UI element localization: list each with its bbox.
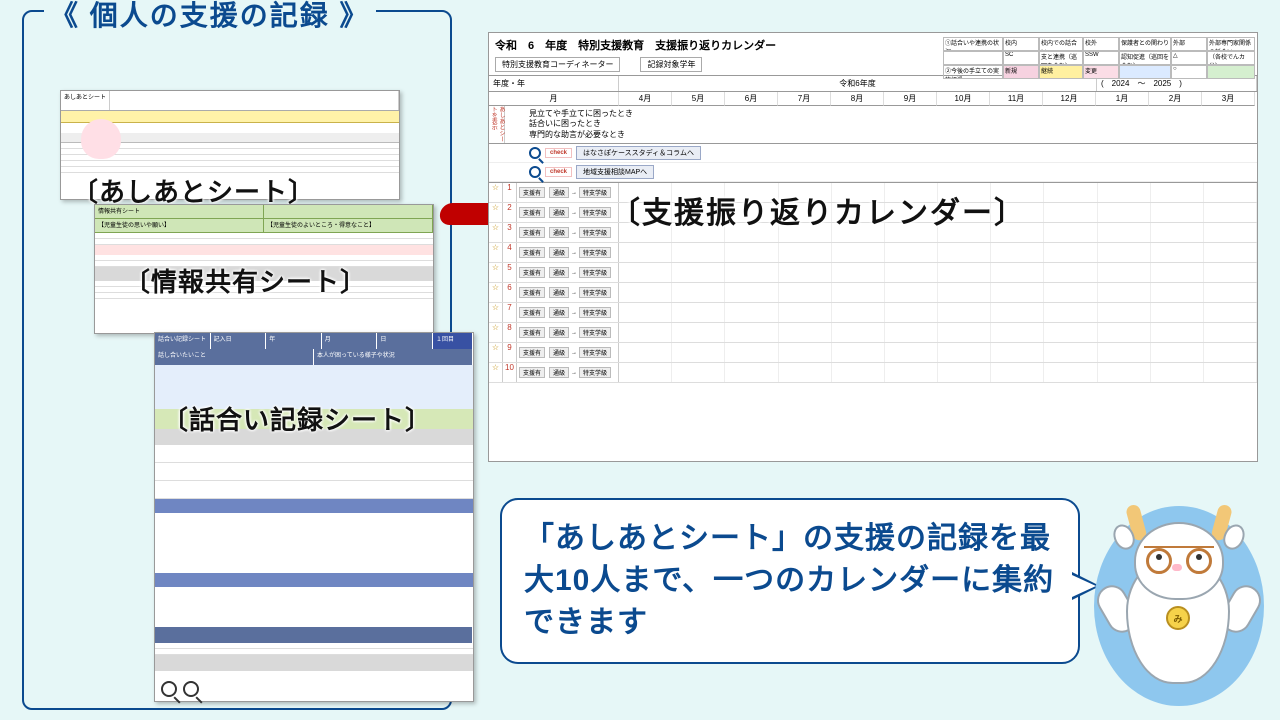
calendar-row: ☆7支援有通級→特支学級 <box>489 303 1257 323</box>
pill-tsukyu: 通級 <box>549 227 569 238</box>
mascot-goat: み <box>1094 506 1264 706</box>
row-index: 4 <box>503 243 517 262</box>
pill-tokushi: 特支学級 <box>579 307 611 318</box>
row-name-cell: 支援有通級→特支学級 <box>517 323 619 342</box>
pill-tsukyu: 通級 <box>549 327 569 338</box>
row-name-cell: 支援有通級→特支学級 <box>517 223 619 242</box>
cal-year-left: 年度・年 <box>489 76 619 91</box>
star-icon: ☆ <box>489 363 503 382</box>
calendar-label: 〔支援振り返りカレンダー〕 <box>610 188 1026 232</box>
calendar-row: ☆9支援有通級→特支学級 <box>489 343 1257 363</box>
row-name-cell: 支援有通級→特支学級 <box>517 363 619 382</box>
pill-tsukyu: 通級 <box>549 187 569 198</box>
star-icon: ☆ <box>489 343 503 362</box>
calendar-legend: ①話合いや連携の状況 校内 校内での話合い 校外 保護者との関わり 外部 外部専… <box>943 37 1253 81</box>
star-icon: ☆ <box>489 303 503 322</box>
star-icon: ☆ <box>489 323 503 342</box>
pill-tsukyu: 通級 <box>549 347 569 358</box>
star-icon: ☆ <box>489 243 503 262</box>
sheet2-name: 情報共有シート <box>95 205 264 218</box>
calendar-notes: あしあとシートを表示 見立てや手立てに困ったとき 話合いに困ったとき 専門的な助… <box>489 106 1257 144</box>
pill-shien: 支援有 <box>519 307 545 318</box>
pill-shien: 支援有 <box>519 247 545 258</box>
calendar-row: ☆10支援有通級→特支学級 <box>489 363 1257 383</box>
heart-icon <box>81 119 121 159</box>
bell-icon: み <box>1166 606 1190 630</box>
cal-subbox-coordinator: 特別支援教育コーディネーター <box>495 57 620 72</box>
row-index: 1 <box>503 183 517 202</box>
star-icon: ☆ <box>489 223 503 242</box>
pill-tokushi: 特支学級 <box>579 367 611 378</box>
loupe-icon <box>183 681 199 697</box>
pill-tsukyu: 通級 <box>549 287 569 298</box>
pill-tokushi: 特支学級 <box>579 267 611 278</box>
link-case-study[interactable]: はなさぽケーススタディ＆コラムへ <box>576 146 701 160</box>
pill-tsukyu: 通級 <box>549 367 569 378</box>
pill-tsukyu: 通級 <box>549 307 569 318</box>
left-panel: 《 個人の支援の記録 》 あしあとシート 〔あしあとシート〕 情報共有シート 【… <box>22 10 452 710</box>
link-support-map[interactable]: 地域支援相談MAPへ <box>576 165 654 179</box>
star-icon: ☆ <box>489 183 503 202</box>
pill-tokushi: 特支学級 <box>579 247 611 258</box>
pill-shien: 支援有 <box>519 287 545 298</box>
speech-bubble: 「あしあとシート」の支援の記録を最大10人まで、一つのカレンダーに集約できます <box>500 498 1080 664</box>
sheet3-name: 話合い記録シート <box>155 333 211 349</box>
row-name-cell: 支援有通級→特支学級 <box>517 203 619 222</box>
calendar-row: ☆6支援有通級→特支学級 <box>489 283 1257 303</box>
pill-tsukyu: 通級 <box>549 207 569 218</box>
loupe-icon <box>529 166 541 178</box>
row-name-cell: 支援有通級→特支学級 <box>517 263 619 282</box>
pill-tokushi: 特支学級 <box>579 207 611 218</box>
star-icon: ☆ <box>489 263 503 282</box>
sheet-hanashiai-kiroku: 話合い記録シート 記入日 年 月 日 １回目 話し合いたいこと 本人が困っている… <box>154 332 474 702</box>
pill-shien: 支援有 <box>519 367 545 378</box>
row-index: 5 <box>503 263 517 282</box>
pill-tsukyu: 通級 <box>549 267 569 278</box>
calendar-row: ☆4支援有通級→特支学級 <box>489 243 1257 263</box>
row-name-cell: 支援有通級→特支学級 <box>517 303 619 322</box>
row-index: 6 <box>503 283 517 302</box>
pill-shien: 支援有 <box>519 347 545 358</box>
row-index: 7 <box>503 303 517 322</box>
row-index: 8 <box>503 323 517 342</box>
star-icon: ☆ <box>489 283 503 302</box>
loupe-icon <box>529 147 541 159</box>
bubble-text: 「あしあとシート」の支援の記録を最大10人まで、一つのカレンダーに集約できます <box>524 522 1054 639</box>
row-name-cell: 支援有通級→特支学級 <box>517 183 619 202</box>
pill-shien: 支援有 <box>519 227 545 238</box>
check-row-2: check 地域支援相談MAPへ <box>489 163 1257 182</box>
sheet3-tag: １回目 <box>433 333 473 349</box>
calendar-row: ☆8支援有通級→特支学級 <box>489 323 1257 343</box>
row-name-cell: 支援有通級→特支学級 <box>517 283 619 302</box>
sheet1-name: あしあとシート <box>61 91 110 110</box>
sheet2-label: 〔情報共有シート〕 <box>124 262 367 299</box>
row-name-cell: 支援有通級→特支学級 <box>517 343 619 362</box>
pill-tokushi: 特支学級 <box>579 287 611 298</box>
pill-shien: 支援有 <box>519 187 545 198</box>
pill-shien: 支援有 <box>519 327 545 338</box>
calendar-month-row: 月 4月 5月 6月 7月 8月 9月 10月 11月 12月 1月 2月 3月 <box>489 92 1257 106</box>
pill-tokushi: 特支学級 <box>579 227 611 238</box>
sheet2-h-right: 【児童生徒のよいところ・得意なこと】 <box>264 219 433 232</box>
pill-shien: 支援有 <box>519 267 545 278</box>
pill-tokushi: 特支学級 <box>579 347 611 358</box>
row-index: 2 <box>503 203 517 222</box>
calendar-sheet: 令和 6 年度 特別支援教育 支援振り返りカレンダー 特別支援教育コーディネータ… <box>488 32 1258 462</box>
row-index: 3 <box>503 223 517 242</box>
calendar-row: ☆5支援有通級→特支学級 <box>489 263 1257 283</box>
star-icon: ☆ <box>489 203 503 222</box>
pill-shien: 支援有 <box>519 207 545 218</box>
sheet3-label: 〔話合い記録シート〕 <box>162 400 432 437</box>
cal-subbox-grade: 記録対象学年 <box>640 57 702 72</box>
row-index: 9 <box>503 343 517 362</box>
loupe-icon <box>161 681 177 697</box>
check-row-1: check はなさぽケーススタディ＆コラムへ <box>489 144 1257 163</box>
left-panel-title: 《 個人の支援の記録 》 <box>44 0 376 34</box>
pill-tokushi: 特支学級 <box>579 327 611 338</box>
row-name-cell: 支援有通級→特支学級 <box>517 243 619 262</box>
row-index: 10 <box>503 363 517 382</box>
pill-tsukyu: 通級 <box>549 247 569 258</box>
sheet2-h-left: 【児童生徒の思いや願い】 <box>95 219 264 232</box>
pill-tokushi: 特支学級 <box>579 187 611 198</box>
